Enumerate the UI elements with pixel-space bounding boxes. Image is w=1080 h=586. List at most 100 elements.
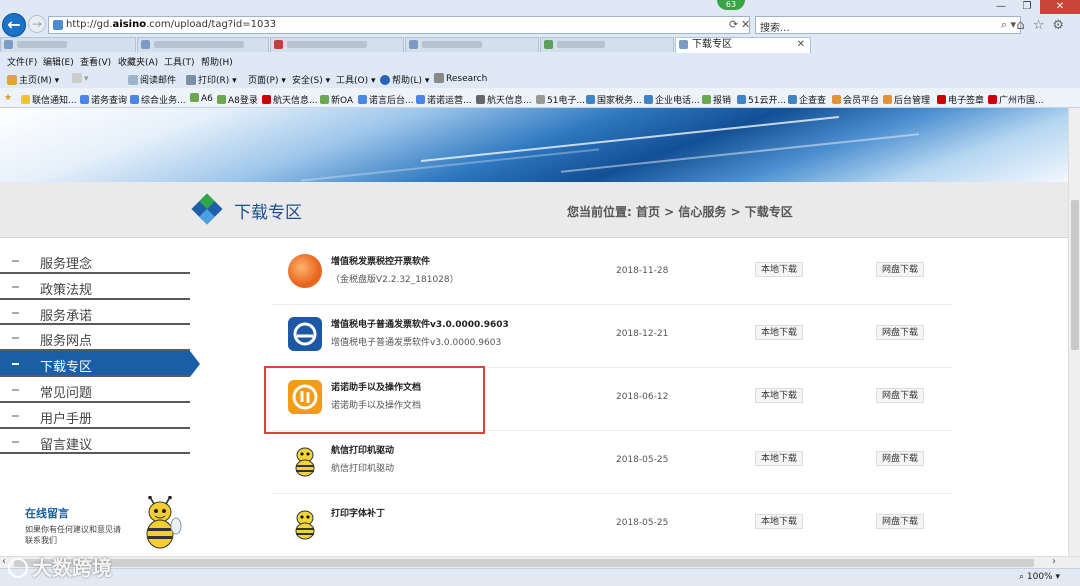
favorites-star-icon[interactable]: ☆ (1033, 18, 1053, 33)
fav-icon (217, 95, 226, 104)
sidebar-item-user-manual[interactable]: 用户手册 (0, 403, 190, 429)
forward-arrow-icon: → (31, 17, 43, 31)
fav-item[interactable]: 企查查 (788, 93, 826, 106)
tab-title-blurred (17, 40, 67, 48)
scroll-right-icon[interactable]: › (1052, 556, 1056, 567)
sidebar-item-downloads[interactable]: 下载专区 (0, 351, 200, 377)
cmd-home[interactable]: 主页(M) ▾ (7, 73, 59, 86)
fav-item[interactable]: 国家税务... (586, 93, 642, 106)
stop-icon[interactable]: ✕ (741, 18, 750, 31)
fav-item[interactable]: 后台管理 (883, 93, 930, 106)
fav-item[interactable]: 联信通知... (21, 93, 77, 106)
cmd-help[interactable]: 帮助(L) ▾ (380, 73, 429, 86)
tab-3[interactable] (270, 37, 404, 52)
local-download-button[interactable]: 本地下载 (755, 451, 804, 466)
sidebar-item-commitment[interactable]: 服务承诺 (0, 300, 190, 326)
sidebar-item-service-outlets[interactable]: 服务网点 (0, 325, 190, 352)
sidebar-item-feedback[interactable]: 留言建议 (0, 429, 190, 455)
fav-label: 新OA (331, 96, 354, 106)
fav-item[interactable]: 航天信息... (476, 93, 532, 106)
fav-item[interactable]: 综合业务... (130, 93, 186, 106)
fav-item[interactable]: 诺诺运营... (416, 93, 472, 106)
fav-item[interactable]: 会员平台 (832, 93, 879, 106)
menu-tools[interactable]: 工具(T) (164, 55, 195, 68)
download-title[interactable]: 增值税发票税控开票软件 (331, 254, 430, 267)
fav-item[interactable]: 51电子... (536, 93, 585, 106)
download-title[interactable]: 打印字体补丁 (331, 506, 385, 519)
fav-item[interactable]: 企业电话... (644, 93, 700, 106)
forward-button[interactable]: → (28, 15, 46, 33)
breadcrumb[interactable]: 您当前位置: 首页 > 信心服务 > 下载专区 (567, 203, 793, 220)
fav-icon (476, 95, 485, 104)
download-title[interactable]: 增值税电子普通发票软件v3.0.0000.9603 (331, 317, 509, 330)
tab-5[interactable] (540, 37, 674, 52)
cloud-download-button[interactable]: 网盘下载 (876, 325, 925, 340)
sidebar-item-label: 服务承诺 (40, 308, 93, 324)
cloud-download-button[interactable]: 网盘下载 (876, 451, 925, 466)
cmd-read-mail[interactable]: 阅读邮件 (128, 73, 176, 86)
tab-1[interactable] (0, 37, 136, 52)
fav-item[interactable]: 诺务查询 (80, 93, 127, 106)
menu-favorites[interactable]: 收藏夹(A) (118, 55, 158, 68)
refresh-icon[interactable]: ⟳ (729, 18, 738, 31)
cmd-page[interactable]: 页面(P) ▾ (248, 73, 286, 86)
cmd-safety[interactable]: 安全(S) ▾ (292, 73, 330, 86)
fav-icon (788, 95, 797, 104)
close-window-button[interactable]: ✕ (1040, 0, 1080, 14)
menu-file[interactable]: 文件(F) (7, 55, 37, 68)
sidebar-item-policies[interactable]: 政策法规 (0, 274, 190, 300)
tab-2[interactable] (137, 37, 269, 52)
cloud-download-button[interactable]: 网盘下载 (876, 514, 925, 529)
fav-item[interactable]: 诺言后台... (358, 93, 414, 106)
fav-item[interactable]: 报销 (702, 93, 731, 106)
back-button[interactable]: ← (2, 13, 26, 37)
horizontal-scrollbar[interactable]: ‹ › (0, 556, 1080, 568)
header-banner (0, 108, 1068, 182)
local-download-button[interactable]: 本地下载 (755, 325, 804, 340)
zoom-level[interactable]: ⌕ 100% ▾ (1019, 572, 1060, 582)
vertical-scroll-thumb[interactable] (1071, 200, 1079, 350)
sidebar-item-service-philosophy[interactable]: 服务理念 (0, 248, 190, 274)
close-tab-icon[interactable]: ✕ (797, 38, 805, 51)
fav-item[interactable]: 新OA (320, 93, 353, 106)
local-download-button[interactable]: 本地下载 (755, 514, 804, 529)
cmd-feeds[interactable]: ▾ (72, 73, 89, 84)
search-box[interactable]: 搜索... ⌕ ▾ (755, 16, 1021, 34)
bullet-icon (12, 337, 19, 340)
scroll-left-icon[interactable]: ‹ (2, 556, 6, 567)
home-icon (7, 75, 17, 85)
address-bar[interactable]: http://gd.aisino.com/upload/tag?id=1033 … (48, 16, 750, 34)
minimize-button[interactable]: — (988, 0, 1014, 14)
fav-item[interactable]: A6 (190, 93, 213, 104)
cmd-print[interactable]: 打印(R) ▾ (186, 73, 237, 86)
fav-item[interactable]: 电子签章 (937, 93, 984, 106)
menu-view[interactable]: 查看(V) (80, 55, 111, 68)
menu-help[interactable]: 帮助(H) (201, 55, 233, 68)
restore-button[interactable]: ❐ (1014, 0, 1040, 14)
home-icon[interactable]: ⌂ (1016, 18, 1032, 33)
local-download-button[interactable]: 本地下载 (755, 262, 804, 277)
settings-gear-icon[interactable]: ⚙ (1052, 18, 1072, 33)
menu-edit[interactable]: 编辑(E) (43, 55, 74, 68)
favorites-star-icon[interactable]: ★ (4, 93, 12, 103)
local-download-button[interactable]: 本地下载 (755, 388, 804, 403)
cmd-research[interactable]: Research (434, 73, 487, 84)
active-tab-title: 下载专区 (692, 39, 732, 50)
notification-badge[interactable]: 63 (717, 0, 745, 10)
cloud-download-button[interactable]: 网盘下载 (876, 262, 925, 277)
tab-active[interactable]: 下载专区 ✕ (675, 37, 811, 53)
cloud-download-button[interactable]: 网盘下载 (876, 388, 925, 403)
print-icon (186, 75, 196, 85)
horizontal-scroll-thumb[interactable] (14, 559, 1034, 567)
cmd-tools[interactable]: 工具(O) ▾ (336, 73, 376, 86)
fav-item[interactable]: 广州市国... (988, 93, 1044, 106)
fav-item[interactable]: 51云开... (737, 93, 786, 106)
search-icon[interactable]: ⌕ ▾ (1001, 18, 1016, 32)
fav-item[interactable]: A8登录 (217, 93, 258, 106)
tab-4[interactable] (405, 37, 539, 52)
online-message-title[interactable]: 在线留言 (25, 505, 69, 521)
sidebar-item-faq[interactable]: 常见问题 (0, 377, 190, 403)
vertical-scrollbar[interactable] (1068, 108, 1080, 556)
download-title[interactable]: 航信打印机驱动 (331, 443, 394, 456)
fav-item[interactable]: 航天信息... (262, 93, 318, 106)
